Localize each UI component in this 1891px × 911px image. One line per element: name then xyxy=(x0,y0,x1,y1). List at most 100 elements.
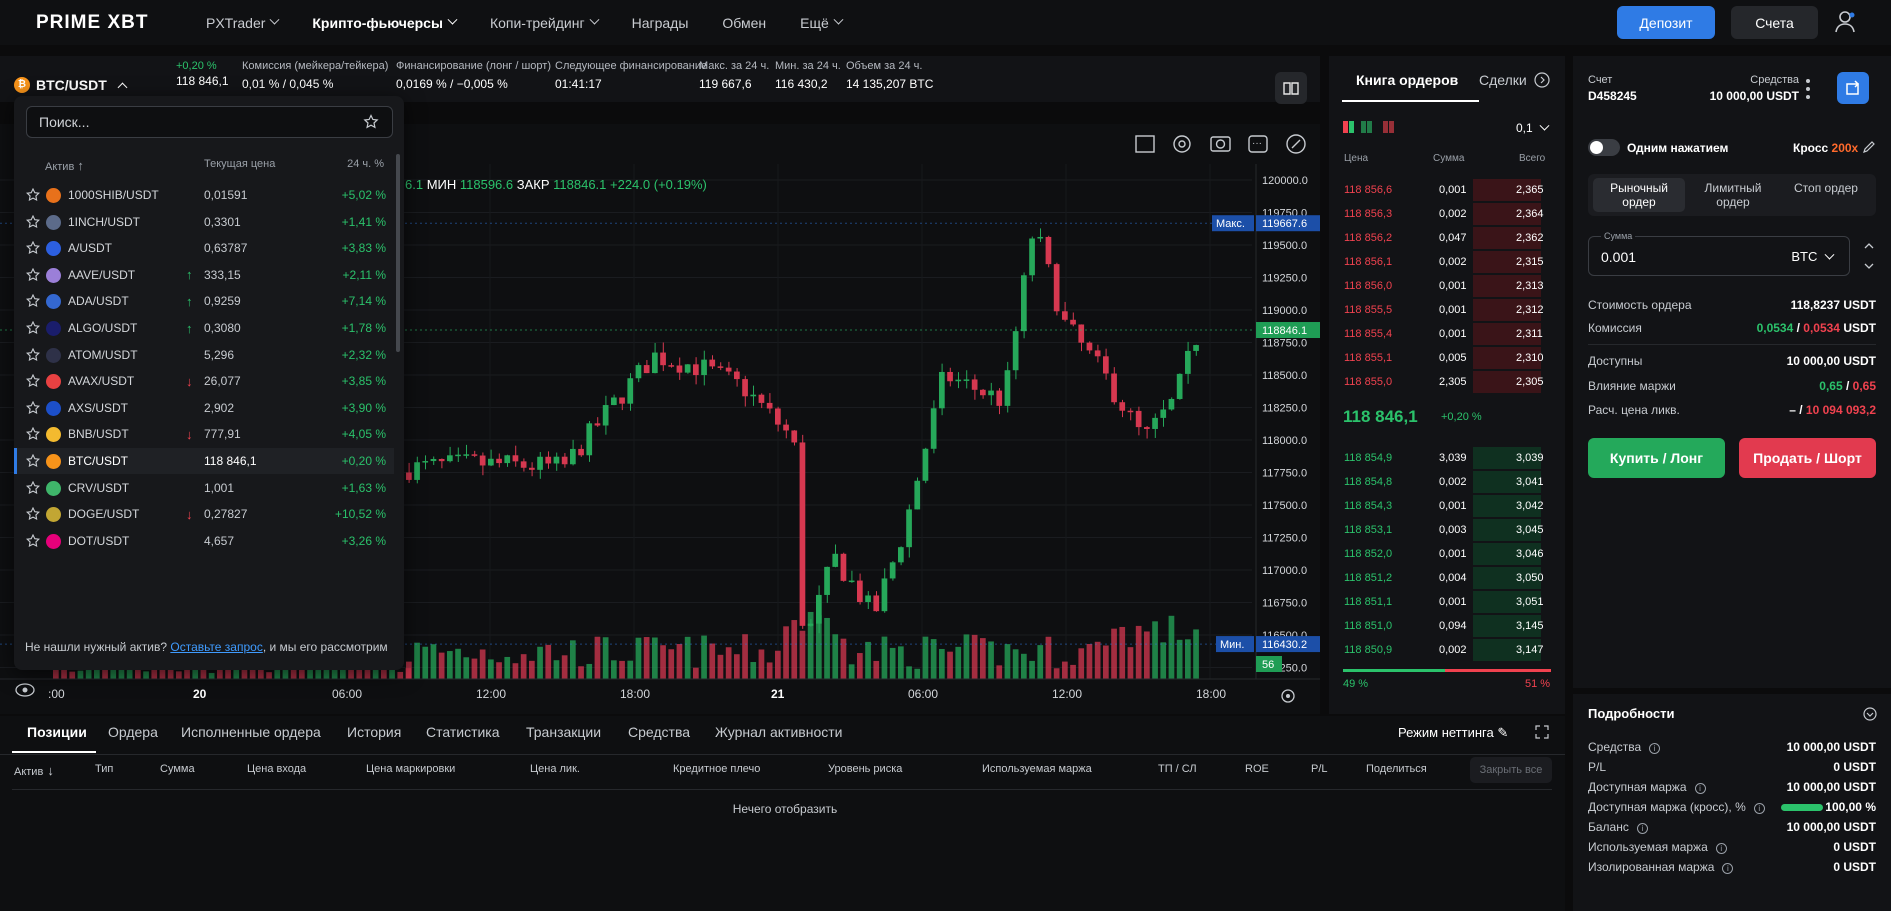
star-icon[interactable] xyxy=(26,400,40,415)
asset-row-crv-usdt[interactable]: CRV/USDT 1,001 +1,63 % xyxy=(14,475,394,501)
dropdown-scrollbar[interactable] xyxy=(396,154,400,352)
tab-bottom-1[interactable]: Ордера xyxy=(108,724,158,740)
nav-item-2[interactable]: Копи-трейдинг xyxy=(490,15,600,31)
stepper-icon[interactable] xyxy=(1863,240,1875,272)
column-header[interactable]: Цена лик. xyxy=(530,763,580,775)
wallet-button[interactable] xyxy=(1837,72,1869,104)
bid-row[interactable]: 118 851,2 0,004 3,050 xyxy=(1329,567,1559,589)
ask-row[interactable]: 118 855,5 0,001 2,312 xyxy=(1329,299,1559,321)
star-icon[interactable] xyxy=(26,533,40,548)
chevron-down-circle-icon[interactable] xyxy=(1863,707,1877,721)
tab-bottom-4[interactable]: Статистика xyxy=(426,724,500,740)
nav-item-4[interactable]: Обмен xyxy=(722,15,766,31)
ask-row[interactable]: 118 856,3 0,002 2,364 xyxy=(1329,203,1559,225)
asset-row-algo-usdt[interactable]: ALGO/USDT ↑ 0,3080 +1,78 % xyxy=(14,315,394,341)
ask-row[interactable]: 118 855,1 0,005 2,310 xyxy=(1329,347,1559,369)
star-icon[interactable] xyxy=(26,347,40,362)
edit-icon[interactable] xyxy=(1862,140,1876,154)
buy-long-button[interactable]: Купить / Лонг xyxy=(1588,438,1725,478)
info-icon[interactable]: i xyxy=(1636,823,1648,834)
star-icon[interactable] xyxy=(26,214,40,229)
col-change-header[interactable]: 24 ч. % xyxy=(347,158,384,170)
asset-row-ada-usdt[interactable]: ADA/USDT ↑ 0,9259 +7,14 % xyxy=(14,288,394,314)
bid-row[interactable]: 118 854,9 3,039 3,039 xyxy=(1329,447,1559,469)
star-icon[interactable] xyxy=(26,321,40,335)
info-icon[interactable]: i xyxy=(1715,843,1727,854)
nav-item-5[interactable]: Ещё xyxy=(800,15,844,31)
logo[interactable]: PRIME XBT xyxy=(36,12,186,34)
tab-bottom-5[interactable]: Транзакции xyxy=(526,724,601,740)
col-price-header[interactable]: Текущая цена xyxy=(204,158,275,170)
cross-leverage[interactable]: Кросс 200x xyxy=(1793,141,1858,155)
column-header[interactable]: Кредитное плечо xyxy=(673,763,760,775)
tab-bottom-3[interactable]: История xyxy=(347,724,401,740)
ask-row[interactable]: 118 855,0 2,305 2,305 xyxy=(1329,371,1559,393)
star-icon[interactable] xyxy=(26,454,40,468)
tab-order-book[interactable]: Книга ордеров xyxy=(1356,72,1458,88)
tab-bottom-6[interactable]: Средства xyxy=(628,724,690,740)
info-icon[interactable]: i xyxy=(1694,783,1706,794)
col-asset-header[interactable]: Актив ↑ xyxy=(45,158,84,173)
column-header[interactable]: ТП / СЛ xyxy=(1158,763,1197,775)
amount-input[interactable]: Сумма 0.001 BTC xyxy=(1588,231,1850,276)
column-header[interactable]: ROE xyxy=(1245,763,1269,775)
user-icon[interactable] xyxy=(1834,10,1856,34)
ask-row[interactable]: 118 855,4 0,001 2,311 xyxy=(1329,323,1559,345)
order-type-2[interactable]: Стоп ордер xyxy=(1780,181,1872,195)
asset-row-bnb-usdt[interactable]: BNB/USDT ↓ 777,91 +4,05 % xyxy=(14,421,394,447)
bid-row[interactable]: 118 853,1 0,003 3,045 xyxy=(1329,519,1559,541)
ask-row[interactable]: 118 856,6 0,001 2,365 xyxy=(1329,179,1559,201)
star-icon[interactable] xyxy=(26,374,40,388)
bid-row[interactable]: 118 851,0 0,094 3,145 xyxy=(1329,615,1559,637)
star-icon[interactable] xyxy=(26,507,40,521)
star-icon[interactable] xyxy=(26,480,40,495)
column-header[interactable]: Уровень риска xyxy=(828,763,902,775)
column-header[interactable]: Используемая маржа xyxy=(982,763,1092,775)
asset-row-axs-usdt[interactable]: AXS/USDT 2,902 +3,90 % xyxy=(14,395,394,421)
close-all-button[interactable]: Закрыть все xyxy=(1470,757,1552,783)
ask-row[interactable]: 118 856,0 0,001 2,313 xyxy=(1329,275,1559,297)
tab-trades[interactable]: Сделки xyxy=(1479,72,1527,88)
nav-item-3[interactable]: Награды xyxy=(632,15,689,31)
bid-row[interactable]: 118 852,0 0,001 3,046 xyxy=(1329,543,1559,565)
deposit-button[interactable]: Депозит xyxy=(1617,6,1715,39)
star-icon[interactable] xyxy=(26,427,40,441)
pair-selector[interactable]: ₿ BTC/USDT xyxy=(14,77,128,93)
info-icon[interactable]: i xyxy=(1753,803,1765,814)
order-type-0[interactable]: Рыночный ордер xyxy=(1593,181,1685,209)
chevron-right-circle-icon[interactable] xyxy=(1534,72,1550,88)
search-input[interactable] xyxy=(26,106,393,138)
star-icon[interactable] xyxy=(26,294,40,308)
bid-row[interactable]: 118 854,8 0,002 3,041 xyxy=(1329,471,1559,493)
bid-row[interactable]: 118 854,3 0,001 3,042 xyxy=(1329,495,1559,517)
star-icon[interactable] xyxy=(363,114,379,130)
column-header[interactable]: Актив ↓ xyxy=(14,763,54,778)
oneclick-toggle[interactable] xyxy=(1588,139,1620,156)
column-header[interactable]: Поделиться xyxy=(1366,763,1427,775)
info-icon[interactable]: i xyxy=(1722,863,1734,874)
tab-bottom-2[interactable]: Исполненные ордера xyxy=(181,724,321,740)
bid-row[interactable]: 118 850,9 0,002 3,147 xyxy=(1329,639,1559,661)
star-icon[interactable] xyxy=(26,241,40,255)
book-button[interactable] xyxy=(1275,72,1307,104)
asset-row-1000shib-usdt[interactable]: 1000SHIB/USDT 0,01591 +5,02 % xyxy=(14,182,394,208)
order-type-1[interactable]: Лимитный ордер xyxy=(1687,181,1779,209)
request-link[interactable]: Оставьте запрос xyxy=(170,640,262,654)
star-icon[interactable] xyxy=(26,267,40,282)
book-view-icons[interactable] xyxy=(1343,120,1403,134)
asset-row-doge-usdt[interactable]: DOGE/USDT ↓ 0,27827 +10,52 % xyxy=(14,501,394,527)
asset-row-avax-usdt[interactable]: AVAX/USDT ↓ 26,077 +3,85 % xyxy=(14,368,394,394)
asset-row-aave-usdt[interactable]: AAVE/USDT ↑ 333,15 +2,11 % xyxy=(14,262,394,288)
bid-row[interactable]: 118 851,1 0,001 3,051 xyxy=(1329,591,1559,613)
column-header[interactable]: P/L xyxy=(1311,763,1328,775)
step-select[interactable]: 0,1 xyxy=(1516,120,1550,135)
column-header[interactable]: Тип xyxy=(95,763,113,775)
sell-short-button[interactable]: Продать / Шорт xyxy=(1739,438,1876,478)
asset-row-1inch-usdt[interactable]: 1INCH/USDT 0,3301 +1,41 % xyxy=(14,209,394,235)
nav-item-0[interactable]: PXTrader xyxy=(206,15,280,31)
info-icon[interactable]: i xyxy=(1649,743,1661,754)
more-vertical-icon[interactable] xyxy=(1805,78,1811,100)
ask-row[interactable]: 118 856,2 0,047 2,362 xyxy=(1329,227,1559,249)
tab-bottom-7[interactable]: Журнал активности xyxy=(715,724,842,740)
column-header[interactable]: Цена входа xyxy=(247,763,306,775)
